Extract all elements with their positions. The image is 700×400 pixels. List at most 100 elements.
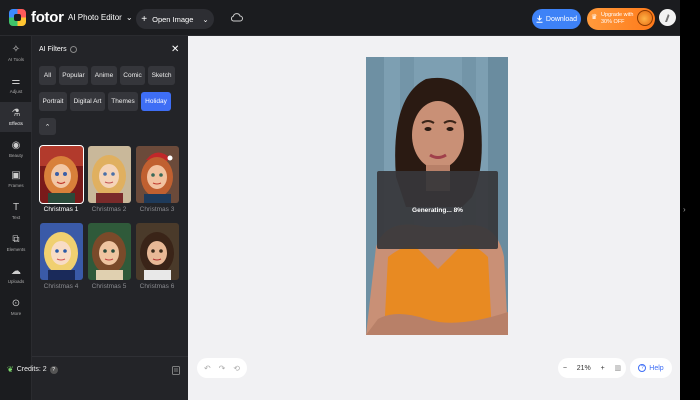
credits-label: Credits: 2: [16, 366, 47, 373]
info-icon[interactable]: [69, 46, 77, 53]
category-chip-digital-art[interactable]: Digital Art: [70, 92, 105, 111]
zoom-level: 21%: [576, 364, 591, 372]
rail-item-adjust[interactable]: ⚌ Adjust: [0, 70, 32, 100]
fotor-logo[interactable]: fotor: [9, 9, 64, 26]
rail-item-effects[interactable]: ⚗ Effects: [0, 102, 32, 132]
collapse-categories-button[interactable]: ⌃: [39, 118, 56, 135]
category-chip-holiday[interactable]: Holiday: [141, 92, 171, 111]
filter-label: Christmas 4: [43, 283, 79, 290]
rail-item-ai-tools[interactable]: ✧ AI Tools: [0, 38, 32, 68]
rail-item-frames[interactable]: ▣ Frames: [0, 164, 32, 194]
rail-label: More: [10, 311, 22, 316]
top-bar: fotor AI Photo Editor ⌄ + Open Image ⌄ D…: [0, 0, 680, 36]
cartoon-portrait-image: [136, 223, 179, 280]
filter-label: Christmas 5: [91, 283, 127, 290]
fotor-app: fotor AI Photo Editor ⌄ + Open Image ⌄ D…: [0, 0, 700, 400]
cartoon-portrait-image: [136, 146, 179, 203]
rail-label: AI Tools: [8, 57, 24, 62]
shapes-icon: ⧉: [12, 234, 20, 245]
ai-filters-panel: AI Filters ✕ All Popular Anime Comic Ske…: [32, 36, 188, 400]
chevron-right-icon[interactable]: ›: [683, 205, 686, 214]
category-chip-anime[interactable]: Anime: [91, 66, 117, 85]
sliders-icon: ⚌: [11, 76, 21, 87]
cartoon-portrait-image: [88, 146, 131, 203]
window-edge: [680, 0, 700, 400]
rail-item-elements[interactable]: ⧉ Elements: [0, 228, 32, 258]
open-image-button[interactable]: + Open Image ⌄: [136, 9, 214, 29]
undo-icon[interactable]: ↶: [204, 364, 211, 373]
redo-icon[interactable]: ↷: [219, 364, 226, 373]
feedback-icon[interactable]: [172, 366, 180, 377]
chip-label: Comic: [123, 72, 142, 79]
upgrade-button[interactable]: ♛ Upgrade with 30% OFF: [587, 8, 655, 30]
zoom-out-button[interactable]: −: [563, 365, 567, 372]
rail-item-text[interactable]: T Text: [0, 196, 32, 226]
eye-icon: ◉: [11, 140, 21, 151]
editor-mode-dropdown[interactable]: AI Photo Editor ⌄: [68, 13, 133, 22]
help-label: Help: [649, 364, 664, 372]
category-chip-comic[interactable]: Comic: [120, 66, 145, 85]
zoom-in-button[interactable]: +: [601, 365, 605, 372]
chip-label: Sketch: [151, 72, 172, 79]
category-chip-themes[interactable]: Themes: [108, 92, 138, 111]
chevron-down-icon: ⌄: [125, 13, 133, 22]
open-image-label: Open Image: [152, 14, 194, 24]
user-avatar-icon: [665, 14, 670, 22]
filter-thumb-christmas-2[interactable]: [88, 146, 131, 203]
chip-label: Popular: [62, 72, 85, 79]
generating-overlay: Generating... 8%: [377, 171, 498, 249]
filter-thumb-christmas-3[interactable]: [136, 146, 179, 203]
reset-icon[interactable]: ⟲: [233, 364, 240, 373]
rail-label: Frames: [8, 183, 24, 188]
pumpkin-icon: [637, 10, 653, 26]
credits-indicator: ❦ Credits: 2 ?: [7, 365, 58, 374]
chip-label: Themes: [111, 98, 135, 105]
filter-thumb-christmas-4[interactable]: [40, 223, 83, 280]
history-controls: ↶ ↷ ⟲: [197, 358, 247, 378]
chevron-up-icon: ⌃: [44, 123, 51, 131]
frame-icon: ▣: [11, 170, 21, 181]
rail-label: Adjust: [9, 89, 23, 94]
cloud-icon[interactable]: [230, 12, 243, 24]
filter-thumb-christmas-6[interactable]: [136, 223, 179, 280]
chip-label: Anime: [94, 72, 114, 79]
filter-label: Christmas 3: [139, 206, 175, 213]
help-icon[interactable]: ?: [49, 365, 58, 374]
chip-label: All: [43, 72, 52, 79]
filter-thumb-christmas-1[interactable]: [39, 145, 84, 204]
user-avatar[interactable]: [659, 9, 676, 26]
help-circle-icon: ?: [638, 364, 647, 372]
chip-label: Digital Art: [73, 98, 102, 105]
filter-label: Christmas 2: [91, 206, 127, 213]
fotor-logo-icon: [9, 9, 26, 26]
panel-title-text: AI Filters: [39, 46, 67, 53]
category-chip-sketch[interactable]: Sketch: [148, 66, 175, 85]
zoom-controls: − 21% + ▥: [558, 358, 626, 378]
upload-icon: ☁: [11, 266, 21, 277]
panel-divider: [32, 356, 188, 357]
rail-item-uploads[interactable]: ☁ Uploads: [0, 260, 32, 290]
category-chip-all[interactable]: All: [39, 66, 56, 85]
generating-status: Generating... 8%: [412, 206, 463, 214]
rail-label: Effects: [9, 121, 23, 126]
fit-screen-icon[interactable]: ▥: [614, 364, 621, 372]
download-button[interactable]: Download: [532, 9, 581, 29]
text-icon: T: [12, 202, 20, 213]
cartoon-portrait-image: [88, 223, 131, 280]
logo-text: fotor: [31, 9, 64, 26]
filter-label: Christmas 6: [139, 283, 175, 290]
category-chip-popular[interactable]: Popular: [59, 66, 88, 85]
help-button[interactable]: ? Help: [630, 358, 672, 378]
rail-item-more[interactable]: ⊙ More: [0, 292, 32, 322]
filter-label: Christmas 1: [43, 206, 79, 213]
category-chip-portrait[interactable]: Portrait: [39, 92, 67, 111]
download-icon: [536, 15, 543, 23]
crown-icon: ♛: [591, 14, 598, 21]
filter-thumb-christmas-5[interactable]: [88, 223, 131, 280]
rail-label: Uploads: [7, 279, 25, 284]
close-icon[interactable]: ✕: [171, 44, 179, 55]
cartoon-portrait-image: [40, 223, 83, 280]
rail-item-beauty[interactable]: ◉ Beauty: [0, 134, 32, 164]
cartoon-portrait-image: [40, 146, 83, 203]
leaf-icon: ❦: [7, 365, 14, 374]
